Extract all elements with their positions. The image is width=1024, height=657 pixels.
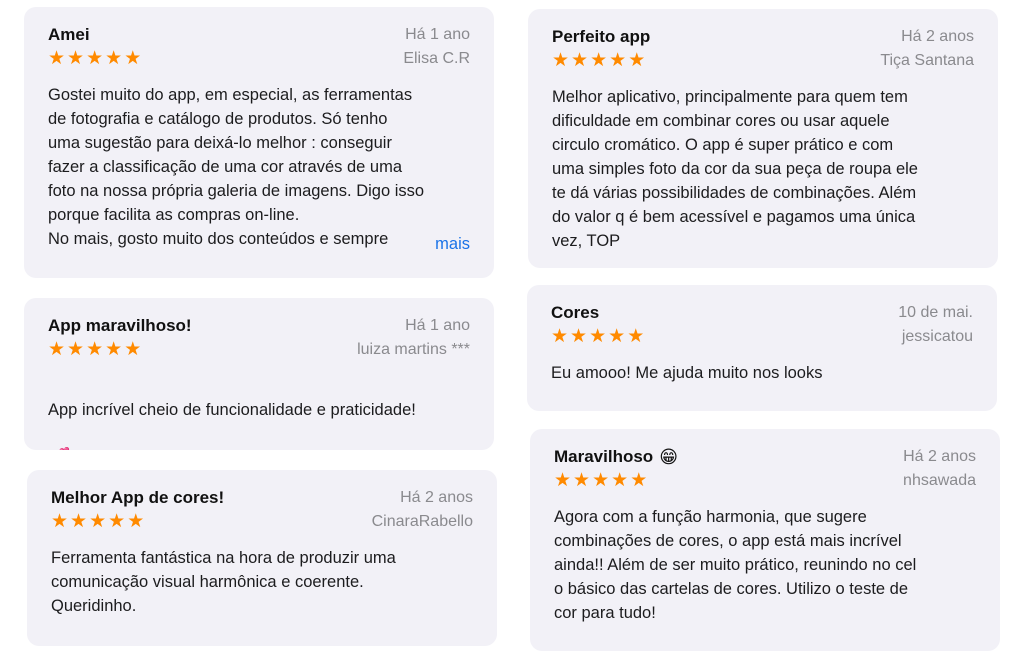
star-icon: ★ (611, 470, 629, 491)
star-icon: ★ (105, 48, 123, 69)
star-icon: ★ (630, 470, 648, 491)
review-author: CinaraRabello (371, 513, 473, 530)
review-title-text: Maravilhoso (554, 447, 654, 466)
review-date: Há 1 ano (405, 26, 470, 43)
star-icon: ★ (589, 326, 607, 347)
star-icon: ★ (570, 326, 588, 347)
review-date: Há 2 anos (903, 448, 976, 465)
star-icon: ★ (608, 326, 626, 347)
star-rating: ★ ★ ★ ★ ★ (551, 327, 644, 347)
star-icon: ★ (590, 50, 608, 71)
review-card[interactable]: Maravilhoso 😁 Há 2 anos ★ ★ ★ ★ ★ nhsawa… (530, 429, 1000, 651)
review-card[interactable]: Cores 10 de mai. ★ ★ ★ ★ ★ jessicatou Eu… (527, 285, 997, 411)
star-rating: ★ ★ ★ ★ ★ (48, 49, 141, 69)
star-icon: ★ (124, 339, 142, 360)
star-icon: ★ (551, 326, 569, 347)
star-rating: ★ ★ ★ ★ ★ (554, 471, 647, 491)
star-rating: ★ ★ ★ ★ ★ (51, 512, 144, 532)
review-card[interactable]: Perfeito app Há 2 anos ★ ★ ★ ★ ★ Tiça Sa… (528, 9, 998, 268)
star-icon: ★ (51, 511, 69, 532)
star-icon: ★ (552, 50, 570, 71)
review-date: 10 de mai. (898, 304, 973, 321)
review-author: Tiça Santana (880, 52, 974, 69)
review-author: nhsawada (903, 472, 976, 489)
star-icon: ★ (124, 48, 142, 69)
review-card[interactable]: App maravilhoso! Há 1 ano ★ ★ ★ ★ ★ luiz… (24, 298, 494, 450)
review-author: Elisa C.R (403, 50, 470, 67)
star-icon: ★ (108, 511, 126, 532)
review-card[interactable]: Amei Há 1 ano ★ ★ ★ ★ ★ Elisa C.R Gostei… (24, 7, 494, 278)
more-link-container: mais (395, 232, 470, 256)
review-date: Há 2 anos (400, 489, 473, 506)
review-body: Eu amooo! Me ajuda muito nos looks (551, 364, 823, 382)
star-icon: ★ (571, 50, 589, 71)
star-icon: ★ (70, 511, 88, 532)
review-title: Perfeito app (552, 27, 651, 46)
review-date: Há 1 ano (405, 317, 470, 334)
review-title: Maravilhoso 😁 (554, 447, 678, 467)
star-icon: ★ (554, 470, 572, 491)
review-author: jessicatou (901, 328, 973, 345)
review-title: App maravilhoso! (48, 316, 192, 335)
review-body: Ferramenta fantástica na hora de produzi… (51, 549, 396, 615)
star-icon: ★ (627, 326, 645, 347)
hearts-emoji-icon: 💕 (48, 447, 70, 450)
review-body: Gostei muito do app, em especial, as fer… (48, 86, 425, 248)
review-body-text: App incrível cheio de funcionalidade e p… (48, 401, 416, 419)
review-title: Melhor App de cores! (51, 488, 225, 507)
review-body: App incrível cheio de funcionalidade e p… (48, 374, 470, 450)
star-rating: ★ ★ ★ ★ ★ (552, 51, 645, 71)
star-icon: ★ (127, 511, 145, 532)
star-icon: ★ (48, 339, 66, 360)
star-icon: ★ (48, 48, 66, 69)
star-icon: ★ (86, 339, 104, 360)
star-icon: ★ (573, 470, 591, 491)
review-body: Melhor aplicativo, principalmente para q… (552, 88, 918, 250)
grinning-face-emoji-icon: 😁 (659, 447, 678, 467)
star-icon: ★ (89, 511, 107, 532)
review-date: Há 2 anos (901, 28, 974, 45)
review-title: Cores (551, 303, 600, 322)
review-title: Amei (48, 25, 90, 44)
review-author: luiza martins *** (357, 341, 470, 358)
star-icon: ★ (86, 48, 104, 69)
more-link[interactable]: mais (435, 235, 470, 253)
star-rating: ★ ★ ★ ★ ★ (48, 340, 141, 360)
star-icon: ★ (67, 339, 85, 360)
review-card[interactable]: Melhor App de cores! Há 2 anos ★ ★ ★ ★ ★… (27, 470, 497, 646)
star-icon: ★ (628, 50, 646, 71)
star-icon: ★ (67, 48, 85, 69)
star-icon: ★ (592, 470, 610, 491)
star-icon: ★ (609, 50, 627, 71)
review-body: Agora com a função harmonia, que sugere … (554, 508, 917, 622)
star-icon: ★ (105, 339, 123, 360)
